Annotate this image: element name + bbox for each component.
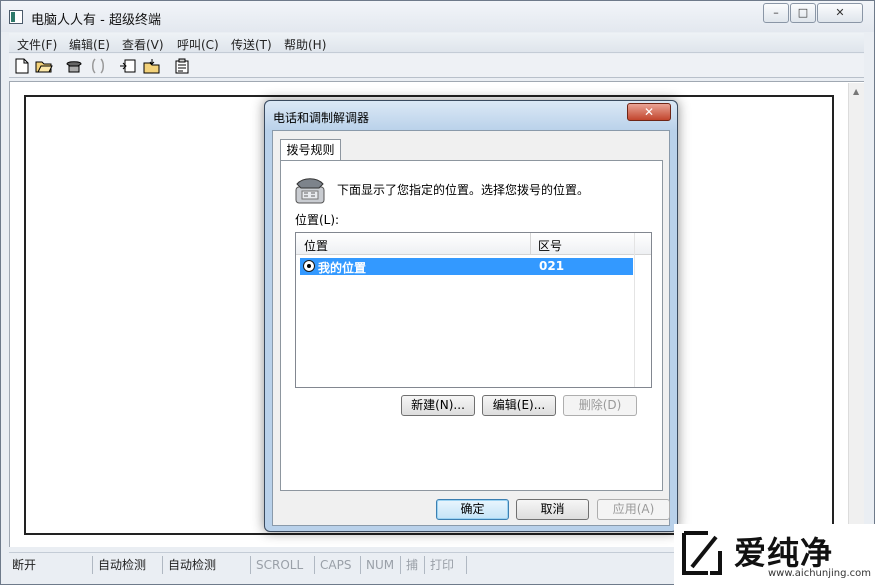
cancel-button[interactable]: 取消 <box>516 499 589 520</box>
brand-url: www.aichunjing.com <box>768 568 871 579</box>
status-print: 打印 <box>427 556 467 574</box>
app-icon <box>9 10 23 24</box>
apply-button[interactable]: 应用(A) <box>597 499 670 520</box>
dialog-close-button[interactable]: ✕ <box>627 103 671 121</box>
column-divider[interactable] <box>530 233 531 255</box>
watermark: 爱纯净 www.aichunjing.com <box>674 524 875 585</box>
tab-panel: 下面显示了您指定的位置。选择您拨号的位置。 位置(L): 位置 区号 我的位置 … <box>280 160 663 491</box>
menu-call[interactable]: 呼叫(C) <box>177 36 219 53</box>
column-header-area-code[interactable]: 区号 <box>538 237 562 254</box>
menu-view[interactable]: 查看(V) <box>122 36 164 53</box>
properties-icon[interactable] <box>173 57 191 75</box>
list-row-selected[interactable]: 我的位置 021 <box>300 258 633 275</box>
list-column-line <box>634 233 635 387</box>
tab-dialing-rules[interactable]: 拨号规则 <box>280 139 341 161</box>
menu-transfer[interactable]: 传送(T) <box>231 36 272 53</box>
receive-icon[interactable] <box>143 57 161 75</box>
column-header-location[interactable]: 位置 <box>304 237 328 254</box>
status-num: NUM <box>363 556 401 574</box>
row-location: 我的位置 <box>318 261 367 275</box>
dialog-title: 电话和调制解调器 <box>273 111 370 125</box>
telephone-icon <box>295 178 325 204</box>
brand-logo-icon <box>682 531 722 575</box>
selected-radio-icon <box>303 260 315 272</box>
window-title: 电脑人人有 - 超级终端 <box>31 13 161 28</box>
menu-file[interactable]: 文件(F) <box>17 36 57 53</box>
status-autodetect-2: 自动检测 <box>165 556 251 574</box>
status-autodetect-1: 自动检测 <box>95 556 163 574</box>
phone-modem-dialog: 电话和调制解调器 ✕ 拨号规则 下面显示了您指定的位置。选择您拨号的位置。 位置… <box>264 100 678 532</box>
status-scroll: SCROLL <box>253 556 315 574</box>
title-bar[interactable]: 电脑人人有 - 超级终端 – □ ✕ <box>1 1 874 32</box>
ok-button[interactable]: 确定 <box>436 499 509 520</box>
edit-button[interactable]: 编辑(E)... <box>482 395 556 416</box>
scroll-up-arrow-icon[interactable]: ▲ <box>853 87 859 96</box>
maximize-button[interactable]: □ <box>790 3 816 23</box>
toolbar <box>9 54 864 78</box>
menu-bar: 文件(F) 编辑(E) 查看(V) 呼叫(C) 传送(T) 帮助(H) <box>9 33 864 53</box>
send-icon[interactable] <box>119 57 137 75</box>
delete-button[interactable]: 删除(D) <box>563 395 637 416</box>
row-area-code: 021 <box>539 259 565 273</box>
close-button[interactable]: ✕ <box>817 3 863 23</box>
phone-icon[interactable] <box>65 57 83 75</box>
list-header: 位置 区号 <box>296 233 651 255</box>
status-capture: 捕 <box>403 556 425 574</box>
dialog-body: 拨号规则 下面显示了您指定的位置。选择您拨号的位置。 位置(L): 位置 区号 <box>272 130 670 526</box>
disconnect-icon[interactable] <box>89 57 107 75</box>
status-caps: CAPS <box>317 556 361 574</box>
status-connection: 断开 <box>9 556 93 574</box>
location-list[interactable]: 位置 区号 我的位置 021 <box>295 232 652 388</box>
menu-edit[interactable]: 编辑(E) <box>69 36 110 53</box>
open-folder-icon[interactable] <box>35 57 53 75</box>
vertical-scrollbar[interactable]: ▲ <box>848 83 864 546</box>
new-file-icon[interactable] <box>13 57 31 75</box>
location-label: 位置(L): <box>295 213 340 227</box>
description-text: 下面显示了您指定的位置。选择您拨号的位置。 <box>337 183 590 197</box>
dialog-title-bar[interactable]: 电话和调制解调器 ✕ <box>265 101 677 131</box>
menu-help[interactable]: 帮助(H) <box>284 36 326 53</box>
new-button[interactable]: 新建(N)... <box>401 395 475 416</box>
minimize-button[interactable]: – <box>763 3 789 23</box>
